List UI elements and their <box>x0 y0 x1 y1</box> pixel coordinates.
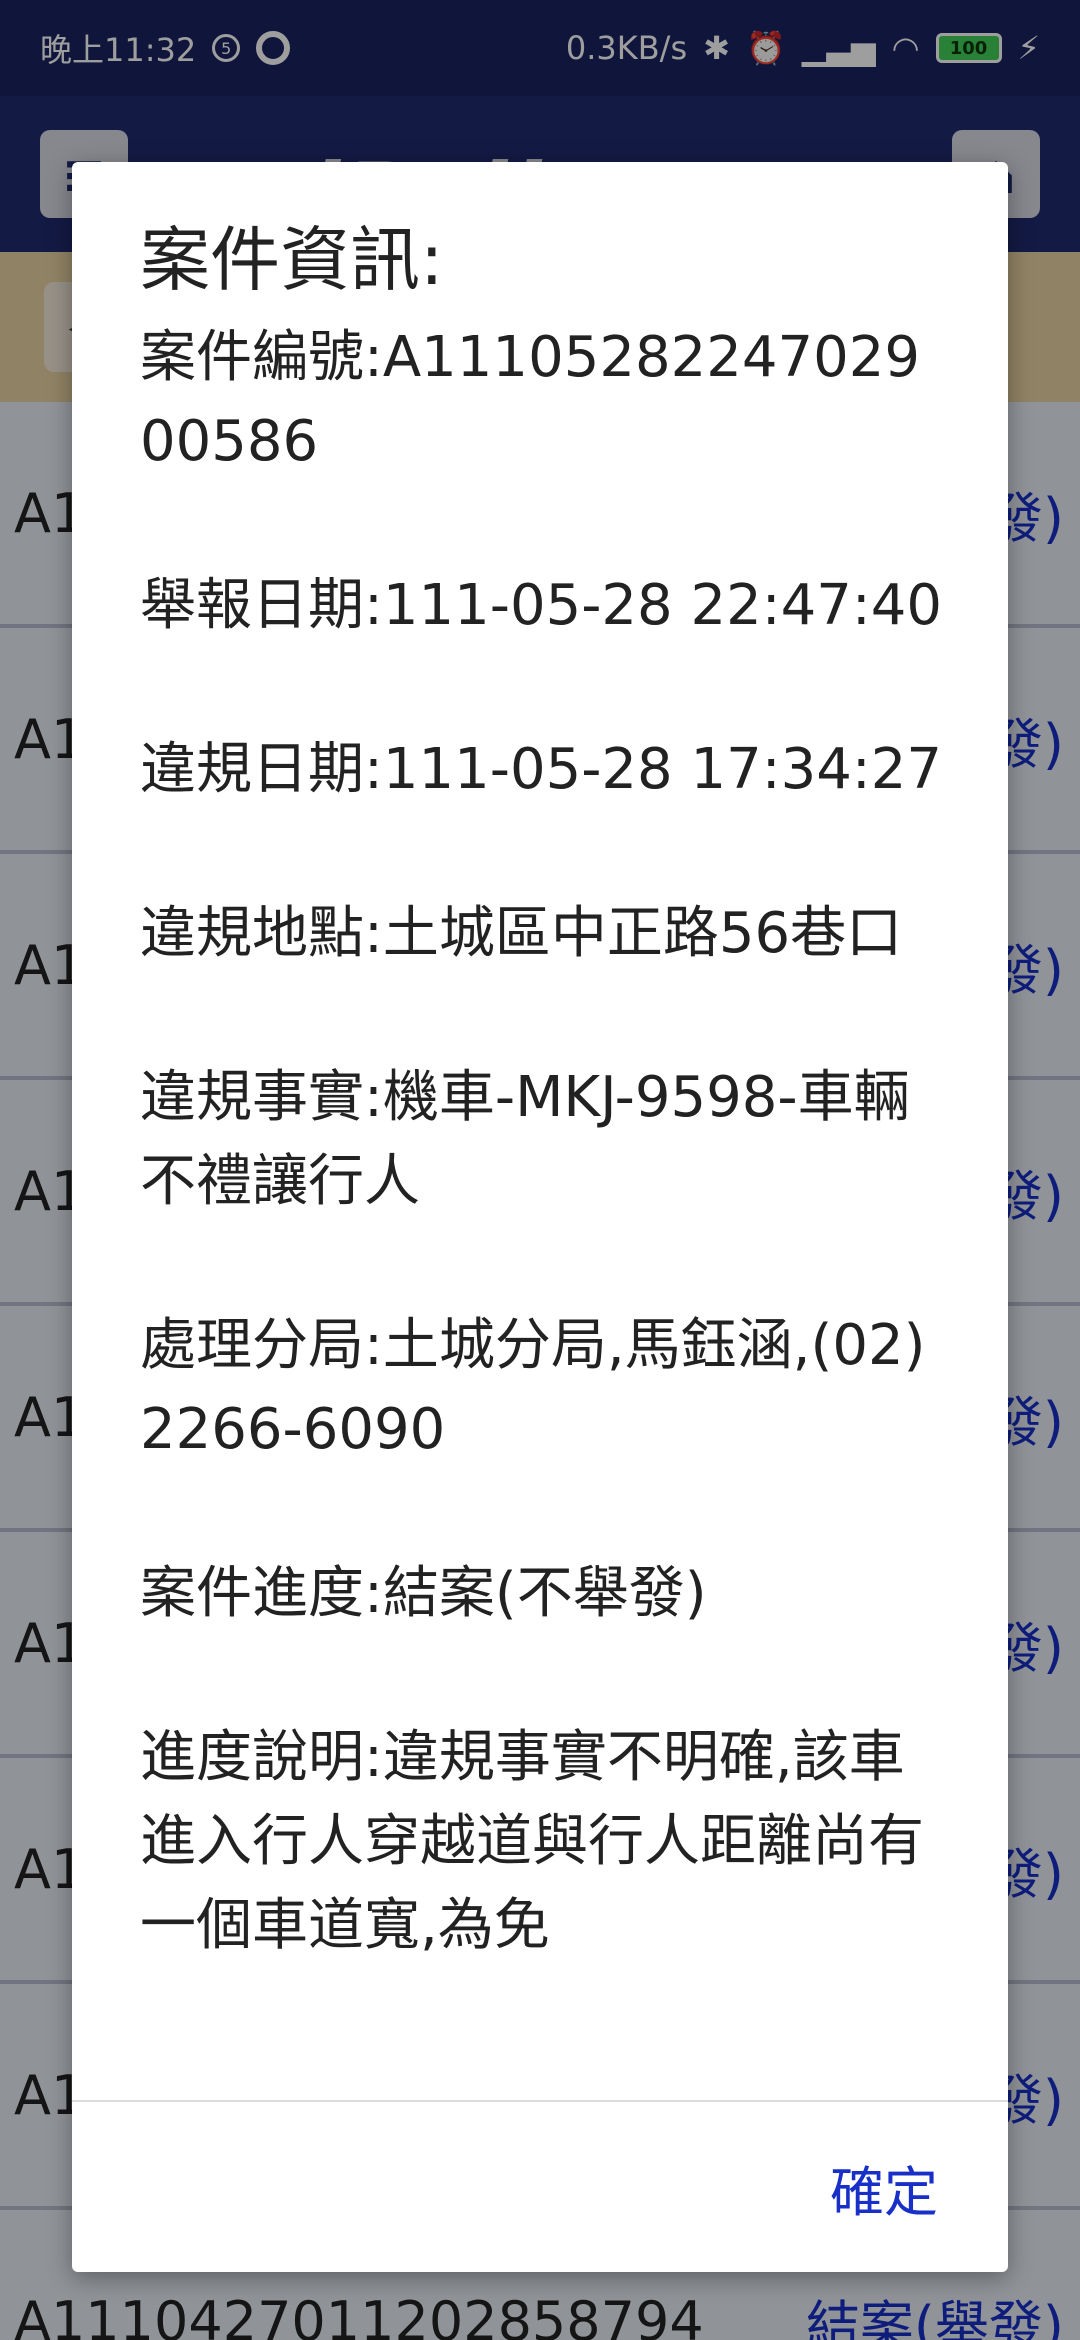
dialog-footer: 確定 <box>72 2100 1008 2272</box>
case-progress-field: 案件進度:結案(不舉發) <box>140 1561 707 1626</box>
dialog-title: 案件資訊: <box>140 219 444 301</box>
report-date-field: 舉報日期:111-05-28 22:47:40 <box>140 573 942 638</box>
case-info-dialog: 案件資訊: 案件編號:A1110528224702900586 舉報日期:111… <box>72 162 1008 2272</box>
confirm-button[interactable]: 確定 <box>830 2148 938 2227</box>
dialog-body[interactable]: 案件資訊: 案件編號:A1110528224702900586 舉報日期:111… <box>72 162 1008 2100</box>
case-number-field: 案件編號:A1110528224702900586 <box>140 325 920 474</box>
handling-branch-field: 處理分局:土城分局,馬鈺涵,(02)2266-6090 <box>140 1313 926 1462</box>
violation-fact-field: 違規事實:機車-MKJ-9598-車輛不禮讓行人 <box>140 1065 910 1214</box>
violation-location-field: 違規地點:土城區中正路56巷口 <box>140 901 903 966</box>
progress-description-field: 進度說明:違規事實不明確,該車進入行人穿越道與行人距離尚有一個車道寬,為免 <box>140 1725 924 1958</box>
violation-date-field: 違規日期:111-05-28 17:34:27 <box>140 737 942 802</box>
